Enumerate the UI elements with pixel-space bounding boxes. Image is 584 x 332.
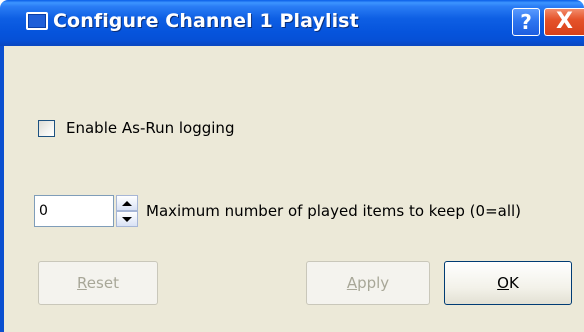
ok-label-rest: K	[508, 274, 519, 292]
spin-down-button[interactable]	[116, 211, 138, 227]
dialog-window: Configure Channel 1 Playlist ? X Enable …	[0, 0, 584, 332]
reset-button[interactable]: Reset	[38, 261, 158, 305]
apply-label-rest: pply	[357, 274, 390, 292]
reset-mnemonic: R	[77, 274, 87, 292]
ok-mnemonic: O	[497, 274, 509, 292]
close-button[interactable]: X	[544, 8, 584, 36]
max-items-option: Maximum number of played items to keep (…	[34, 194, 521, 228]
arrow-up-icon	[122, 200, 132, 206]
reset-label-rest: eset	[86, 274, 119, 292]
asrun-checkbox[interactable]	[38, 119, 55, 137]
title-bar[interactable]: Configure Channel 1 Playlist ? X	[0, 0, 584, 46]
asrun-option[interactable]: Enable As-Run logging	[38, 118, 234, 138]
max-items-label: Maximum number of played items to keep (…	[146, 202, 522, 220]
window-title: Configure Channel 1 Playlist	[53, 10, 359, 32]
apply-mnemonic: A	[346, 274, 358, 292]
max-items-spinner	[116, 195, 138, 227]
window-icon	[26, 12, 48, 30]
dialog-body: Enable As-Run logging Maximum number of …	[0, 46, 584, 332]
arrow-down-icon	[122, 216, 132, 222]
apply-button[interactable]: Apply	[306, 261, 430, 305]
help-button[interactable]: ?	[512, 8, 540, 36]
asrun-label[interactable]: Enable As-Run logging	[66, 119, 234, 137]
ok-button[interactable]: OK	[444, 261, 572, 305]
window-border	[0, 46, 4, 332]
max-items-input[interactable]	[34, 195, 114, 227]
spin-up-button[interactable]	[116, 195, 138, 211]
